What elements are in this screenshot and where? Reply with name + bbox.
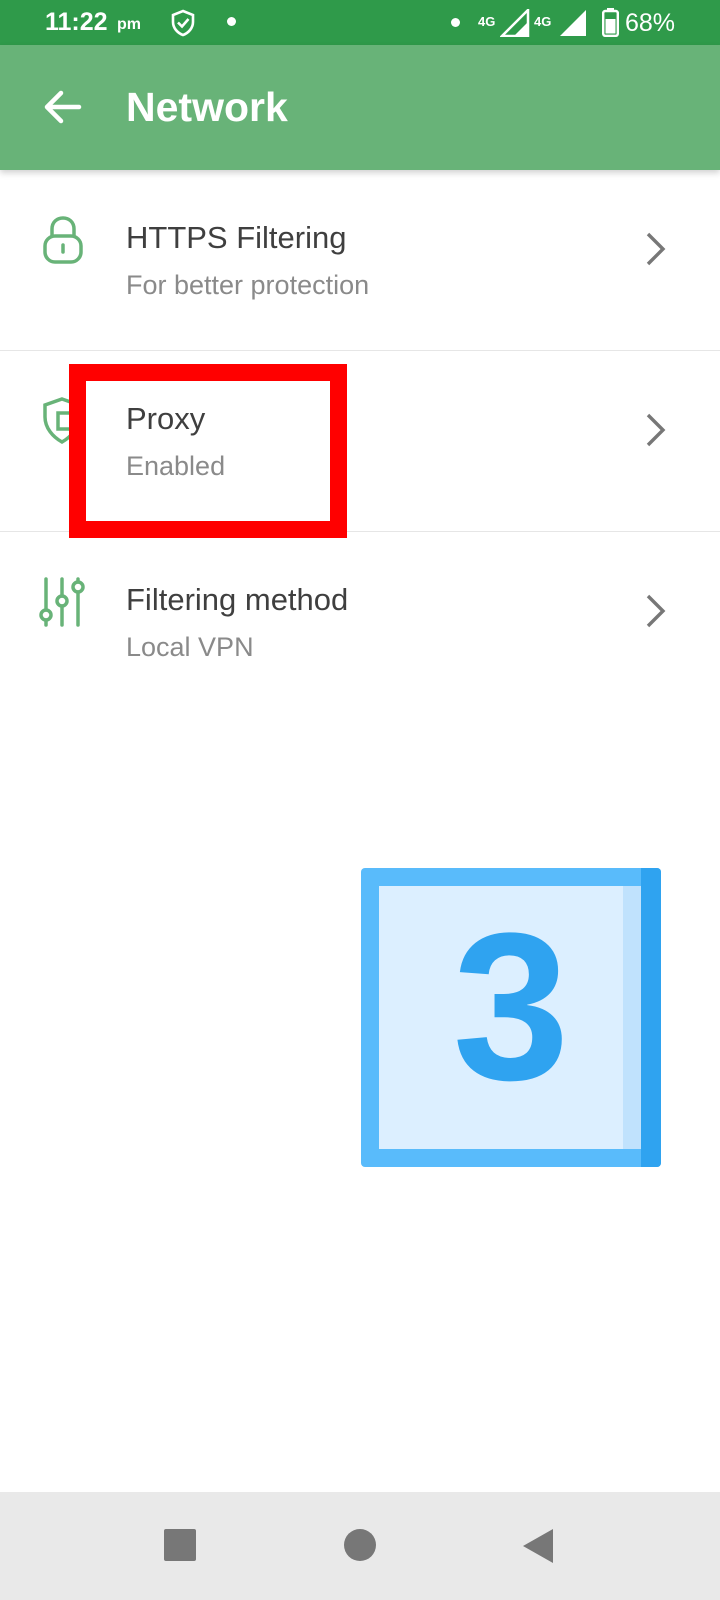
back-button[interactable] xyxy=(36,81,88,133)
signal-1-icon xyxy=(500,9,530,37)
signal-2-icon xyxy=(560,10,586,36)
square-recents-icon[interactable] xyxy=(163,1528,197,1562)
network-type-2: 4G xyxy=(534,14,552,29)
sliders-icon xyxy=(39,577,85,627)
triangle-back-icon[interactable] xyxy=(521,1528,555,1564)
battery-icon xyxy=(602,8,619,37)
notification-dot-icon xyxy=(451,18,460,27)
navigation-bar xyxy=(0,1492,720,1600)
lock-icon xyxy=(43,216,83,264)
item-title: HTTPS Filtering xyxy=(126,220,347,255)
notification-dot-icon xyxy=(227,17,236,26)
item-subtitle: For better protection xyxy=(126,270,370,300)
status-bar: 11:22 pm 4G 4G 68% xyxy=(0,0,720,45)
shield-check-icon xyxy=(171,9,195,37)
chevron-right-icon xyxy=(646,413,666,447)
status-time-suffix: pm xyxy=(117,16,141,33)
network-type-1: 4G xyxy=(478,14,496,29)
list-item-filtering-method[interactable]: Filtering method Local VPN xyxy=(0,532,720,713)
highlight-box xyxy=(69,364,347,538)
step-number: 3 xyxy=(452,889,570,1124)
arrow-back-icon xyxy=(44,90,82,124)
page-title: Network xyxy=(126,84,288,130)
item-subtitle: Local VPN xyxy=(126,632,254,662)
battery-percent: 68% xyxy=(625,9,676,37)
chevron-right-icon xyxy=(646,594,666,628)
item-title: Filtering method xyxy=(126,582,349,617)
chevron-right-icon xyxy=(646,232,666,266)
list-item-https-filtering[interactable]: HTTPS Filtering For better protection xyxy=(0,170,720,351)
circle-home-icon[interactable] xyxy=(343,1528,377,1562)
app-bar: Network xyxy=(0,45,720,170)
step-badge: 3 xyxy=(361,868,661,1167)
status-time: 11:22 xyxy=(45,8,108,36)
